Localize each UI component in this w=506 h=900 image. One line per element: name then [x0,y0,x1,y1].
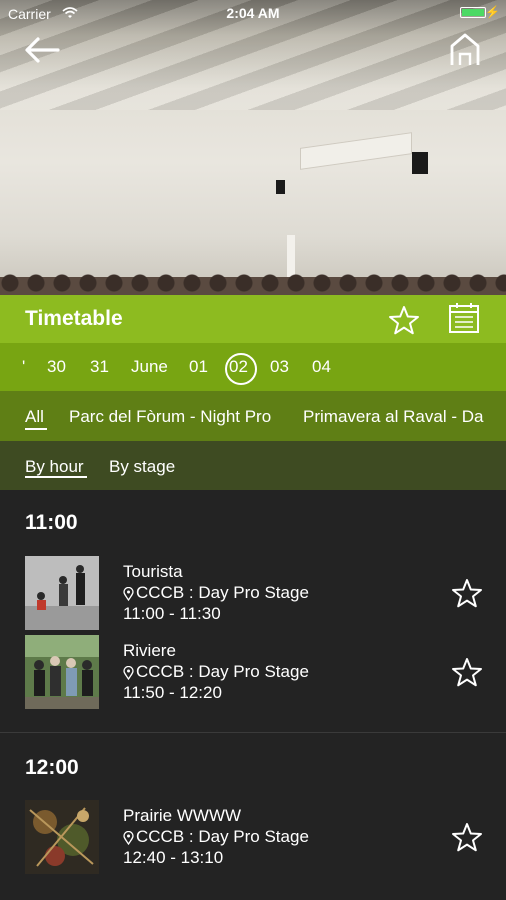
event-time: 12:40 - 13:10 [123,848,224,867]
selected-date-ring [225,353,257,385]
favorite-star-icon[interactable] [451,578,483,608]
date-month-label: June [131,357,168,376]
date-item[interactable]: 30 [47,357,66,377]
section-divider [0,732,506,733]
location-pin-icon [123,830,134,845]
date-item[interactable]: 01 [189,357,208,377]
status-bar: Carrier 2:04 AM ⚡ [0,0,506,26]
calendar-icon[interactable] [448,302,480,334]
event-location-label: CCCB : Day Pro Stage [136,827,309,846]
event-time: 11:50 - 12:20 [123,683,222,702]
favorites-star-icon[interactable] [388,305,420,335]
event-name[interactable]: Riviere [123,641,176,661]
date-item[interactable]: 31 [90,357,109,377]
stage-filter-underline [25,428,47,430]
hour-header: 11:00 [25,511,78,534]
event-location: CCCB : Day Pro Stage [123,583,309,603]
location-pin-icon [123,665,134,680]
title-bar: Timetable [0,295,506,343]
battery-icon [460,7,486,18]
event-name[interactable]: Tourista [123,562,183,582]
event-location-label: CCCB : Day Pro Stage [136,583,309,602]
stage-filter-parc-del-forum[interactable]: Parc del Fòrum - Night Pro [69,407,271,427]
view-by-stage-tab[interactable]: By stage [109,457,175,477]
page-title: Timetable [25,307,123,330]
clock: 2:04 AM [226,5,280,21]
event-thumbnail[interactable] [25,800,99,874]
header-photo [0,0,506,295]
favorite-star-icon[interactable] [451,657,483,687]
date-item[interactable]: 03 [270,357,289,377]
date-item[interactable]: 04 [312,357,331,377]
view-by-hour-tab[interactable]: By hour [25,457,84,477]
date-item-partial[interactable]: ' [22,357,25,377]
wall-light [300,132,412,170]
speaker [276,180,285,194]
hour-header: 12:00 [25,756,79,779]
event-time: 11:00 - 11:30 [123,604,221,623]
audience [0,265,506,295]
speaker [412,152,428,174]
stage-filter-bar: All Parc del Fòrum - Night Pro Primavera… [0,391,506,441]
event-location-label: CCCB : Day Pro Stage [136,662,309,681]
event-name[interactable]: Prairie WWWW [123,806,241,826]
back-arrow-icon[interactable] [22,32,62,68]
event-thumbnail[interactable] [25,556,99,630]
stage-filter-all[interactable]: All [25,407,44,427]
view-toggle-bar: By hour By stage [0,441,506,490]
event-thumbnail[interactable] [25,635,99,709]
charging-icon: ⚡ [485,5,500,19]
view-tab-underline [25,476,87,478]
event-location: CCCB : Day Pro Stage [123,662,309,682]
event-location: CCCB : Day Pro Stage [123,827,309,847]
stage-filter-primavera-al-raval[interactable]: Primavera al Raval - Da [303,407,483,427]
favorite-star-icon[interactable] [451,822,483,852]
location-pin-icon [123,586,134,601]
home-icon[interactable] [448,32,482,68]
